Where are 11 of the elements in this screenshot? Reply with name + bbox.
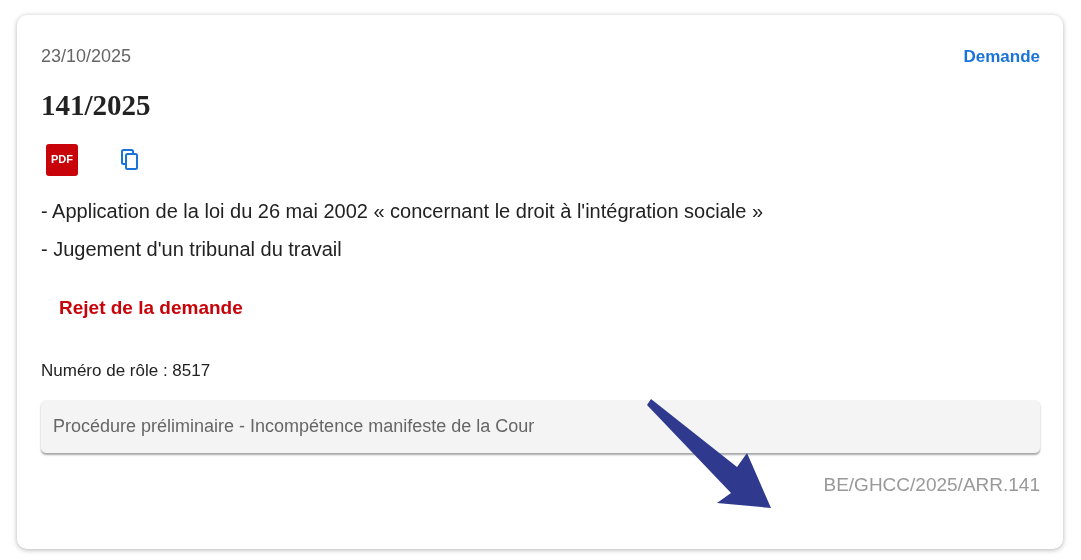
role-number: Numéro de rôle : 8517 — [41, 360, 212, 382]
case-title: 141/2025 — [41, 88, 152, 123]
decision-text: Rejet de la demande — [59, 295, 244, 320]
pdf-button[interactable]: PDF — [46, 143, 78, 176]
ecli-text: BE/GHCC/2025/ARR.141 — [822, 472, 1040, 497]
subject-line: - Jugement d'un tribunal du travail — [41, 236, 343, 262]
copy-icon[interactable] — [121, 148, 141, 171]
demande-link[interactable]: Demande — [963, 43, 1040, 70]
date: 23/10/2025 — [41, 45, 132, 68]
subject-line: - Application de la loi du 26 mai 2002 « concernant le droit à l'intégration sociale » — [41, 198, 765, 224]
procedure-panel: Procédure préliminaire - Incompétence manifeste de la Cour — [41, 399, 1040, 453]
